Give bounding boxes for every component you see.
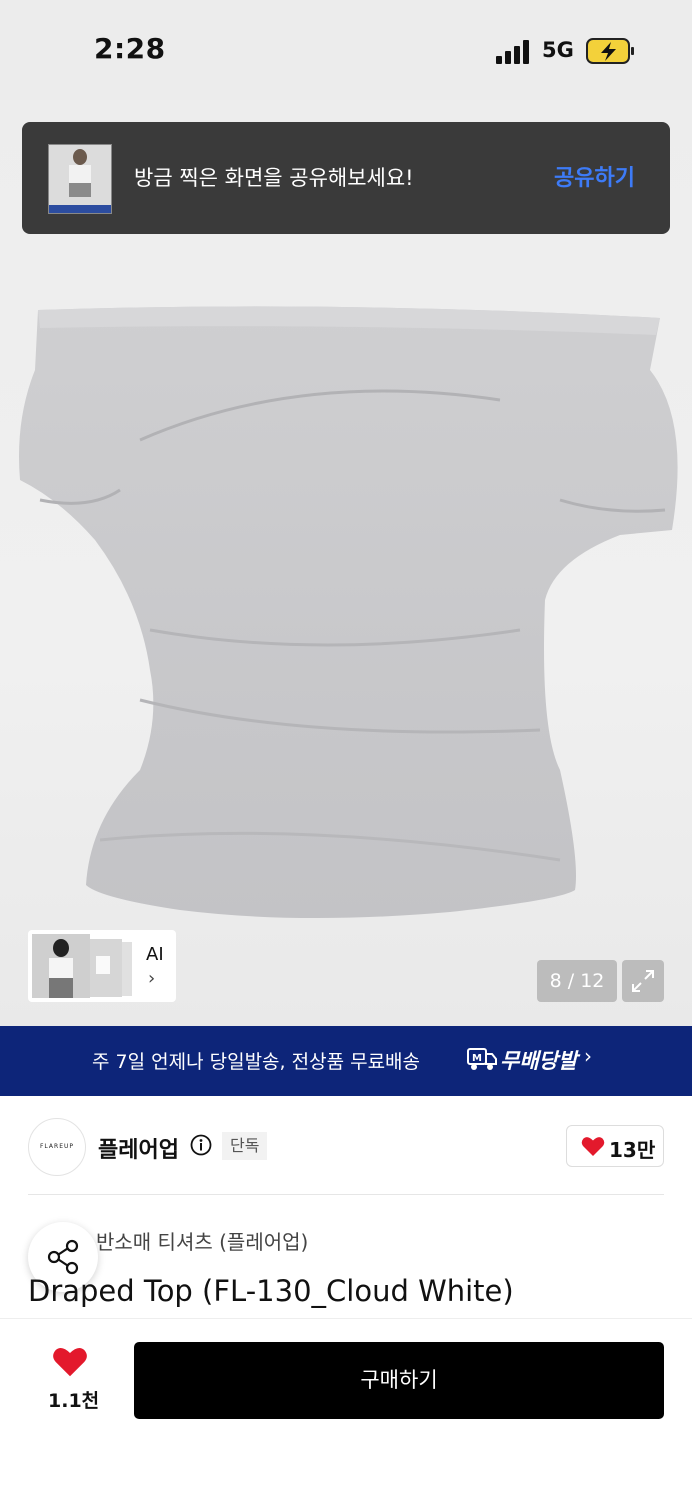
shipping-banner-text: 주 7일 언제나 당일발송, 전상품 무료배송 bbox=[92, 1051, 421, 1073]
ai-thumbnails bbox=[32, 934, 132, 998]
product-title: Draped Top (FL-130_Cloud White) bbox=[28, 1274, 514, 1308]
shipping-banner[interactable]: 주 7일 언제나 당일발송, 전상품 무료배송 M 무배당발 › bbox=[0, 1026, 692, 1096]
chevron-right-icon: › bbox=[584, 1044, 592, 1068]
product-category-text: 반소매 티셔츠 (플레어업) bbox=[96, 1230, 309, 1254]
ai-label: AI bbox=[146, 944, 164, 965]
shipping-brand-label: 무배당발 bbox=[500, 1049, 578, 1073]
signal-icon bbox=[496, 40, 529, 64]
share-toast: 방금 찍은 화면을 공유해보세요! 공유하기 bbox=[22, 122, 670, 234]
screenshot-thumbnail[interactable] bbox=[48, 144, 112, 214]
brand-name[interactable]: 플레어업 bbox=[98, 1132, 179, 1164]
wishlist-count: 1.1천 bbox=[48, 1390, 100, 1412]
ai-lookbook-button[interactable]: AI › bbox=[28, 930, 176, 1002]
truck-icon: M bbox=[467, 1048, 497, 1070]
exclusive-badge: 단독 bbox=[222, 1132, 268, 1160]
product-image bbox=[19, 306, 678, 919]
buy-button[interactable]: 구매하기 bbox=[134, 1342, 664, 1419]
divider bbox=[28, 1194, 664, 1195]
brand-like-count: 13만 bbox=[609, 1138, 656, 1162]
toast-message: 방금 찍은 화면을 공유해보세요! bbox=[134, 166, 414, 190]
heart-icon[interactable] bbox=[52, 1346, 88, 1378]
brand-logo[interactable]: FLAREUP bbox=[28, 1118, 86, 1176]
svg-text:M: M bbox=[472, 1053, 482, 1064]
share-now-button[interactable]: 공유하기 bbox=[554, 160, 635, 192]
image-counter: 8 / 12 bbox=[537, 960, 617, 1002]
status-time: 2:28 bbox=[94, 32, 166, 65]
thumbnail-image bbox=[49, 145, 111, 205]
product-image-gallery[interactable] bbox=[0, 100, 692, 1026]
battery-charging-icon bbox=[586, 38, 634, 64]
info-icon[interactable] bbox=[190, 1134, 212, 1156]
expand-button[interactable] bbox=[622, 960, 664, 1002]
heart-icon bbox=[581, 1137, 605, 1156]
brand-like-button[interactable]: 13만 bbox=[566, 1125, 664, 1167]
expand-icon bbox=[632, 970, 654, 992]
chevron-right-icon: › bbox=[148, 968, 156, 989]
network-type: 5G bbox=[542, 38, 574, 62]
